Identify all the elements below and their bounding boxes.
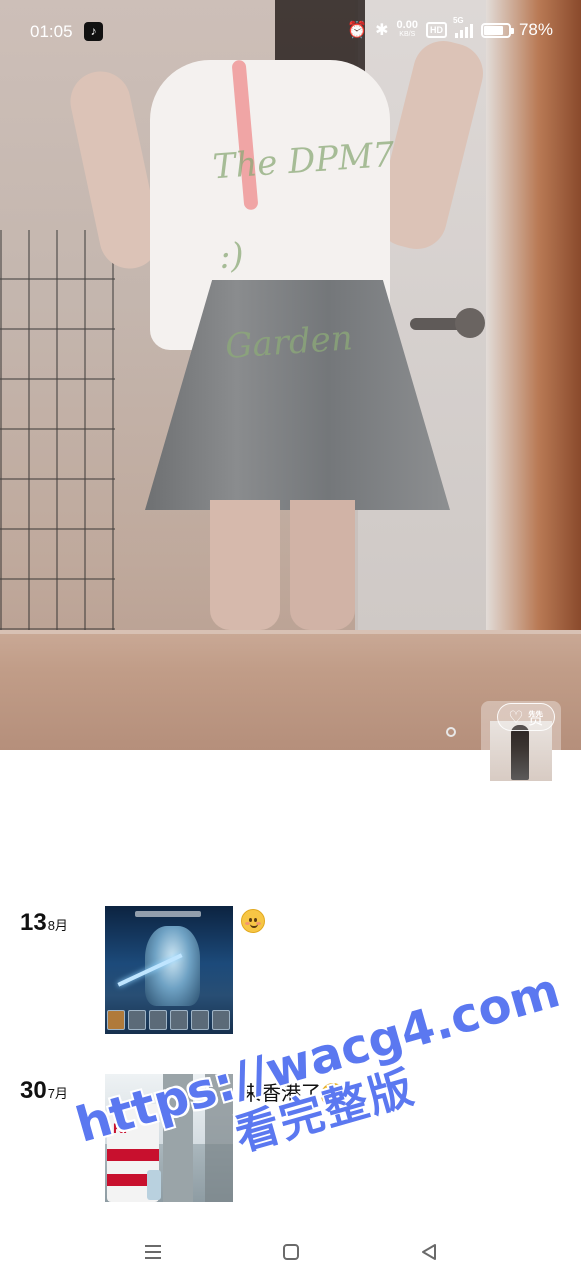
- photo-handwriting: The DPM7 :) Garden: [210, 108, 431, 367]
- post-day: 30: [20, 1077, 47, 1104]
- net-speed-unit: KB/S: [399, 31, 416, 38]
- net-speed-value: 0.00: [396, 19, 418, 31]
- signal-icon: 5G: [453, 16, 473, 38]
- status-time: 01:05: [30, 22, 73, 41]
- post-date: 13 8月: [20, 909, 68, 937]
- status-icons: ⏰ ✱ 0.00 KB/S HD 5G 78%: [347, 16, 553, 40]
- network-type: 5G: [452, 16, 464, 25]
- back-icon[interactable]: [414, 1237, 444, 1267]
- game-skill-row: [107, 1010, 231, 1032]
- battery-fill: [483, 25, 503, 35]
- heart-outline-icon: ♡: [508, 707, 524, 727]
- page-indicator-dot: [446, 727, 456, 737]
- navigation-bar: [0, 1225, 581, 1280]
- battery-icon: [480, 22, 514, 38]
- photo-door-knob: [455, 308, 485, 338]
- post-month: 7月: [47, 1086, 68, 1101]
- like-label: 赞: [527, 711, 544, 728]
- status-bar: 01:05 ♪ ⏰ ✱ 0.00 KB/S HD 5G 78%: [0, 0, 581, 64]
- battery-percent: 78%: [518, 20, 553, 39]
- tiktok-icon: ♪: [84, 22, 103, 41]
- like-button[interactable]: ♡ 赞: [497, 703, 555, 731]
- hd-badge: HD: [425, 22, 447, 38]
- mini-photo-figure: [511, 725, 529, 780]
- hero-photo[interactable]: The DPM7 :) Garden: [0, 0, 581, 750]
- post-day: 13: [20, 909, 47, 936]
- post-caption: [241, 909, 265, 933]
- home-icon[interactable]: [276, 1237, 306, 1267]
- net-speed: 0.00 KB/S: [396, 19, 418, 39]
- bluetooth-icon: ✱: [375, 22, 389, 39]
- photo-leg-left: [210, 500, 280, 630]
- post-thumbnail[interactable]: [105, 906, 233, 1034]
- handwriting-line-1: The DPM7 :): [211, 134, 396, 278]
- alarm-icon: ⏰: [347, 22, 368, 39]
- blushing-smile-emoji-icon: [241, 909, 265, 933]
- post-month: 8月: [47, 918, 68, 933]
- photo-railing: [0, 230, 115, 630]
- post-date: 30 7月: [20, 1077, 68, 1105]
- photo-leg-right: [290, 500, 355, 630]
- photo-wall: [486, 0, 581, 630]
- handwriting-line-2: Garden: [223, 318, 354, 367]
- menu-icon[interactable]: [138, 1237, 168, 1267]
- game-title-bar: [135, 911, 201, 917]
